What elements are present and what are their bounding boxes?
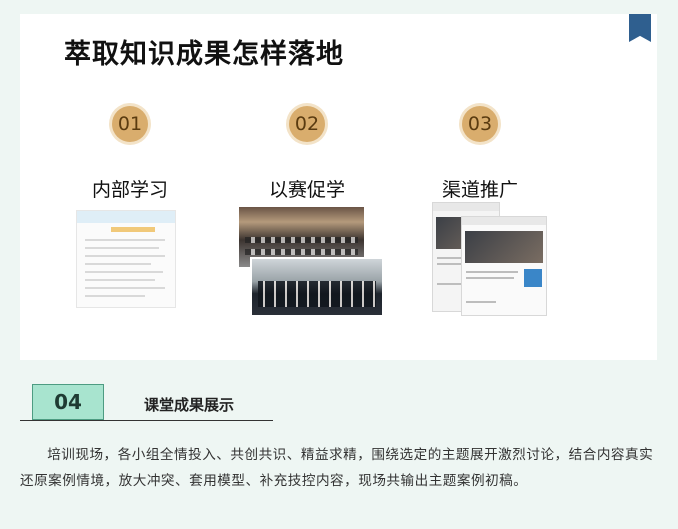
- bookmark-icon: [629, 14, 651, 42]
- section-header: 04 课堂成果展示: [20, 384, 273, 421]
- document-thumbnail: [76, 210, 176, 308]
- section-number: 04: [32, 384, 104, 420]
- step-number-badge: 03: [462, 106, 498, 142]
- section-title: 课堂成果展示: [144, 396, 235, 414]
- step-2: 02 以赛促学: [232, 106, 382, 202]
- slide-title: 萃取知识成果怎样落地: [64, 39, 344, 70]
- phone-screenshot: [461, 216, 547, 316]
- slide-card: 萃取知识成果怎样落地 01 内部学习 02 以赛促学 03 渠道推广: [20, 14, 657, 360]
- step-label: 以赛促学: [268, 179, 345, 201]
- step-number-badge: 01: [112, 106, 148, 142]
- step-number-badge: 02: [289, 106, 325, 142]
- article-tag-icon: [524, 269, 542, 287]
- group-photo: [250, 257, 384, 317]
- step-label: 内部学习: [91, 179, 168, 201]
- step-3: 03 渠道推广: [405, 106, 555, 202]
- body-paragraph: 培训现场，各小组全情投入、共创共识、精益求精，围绕选定的主题展开激烈讨论，结合内…: [20, 447, 654, 489]
- step-label: 渠道推广: [441, 179, 518, 201]
- step-1: 01 内部学习: [55, 106, 205, 202]
